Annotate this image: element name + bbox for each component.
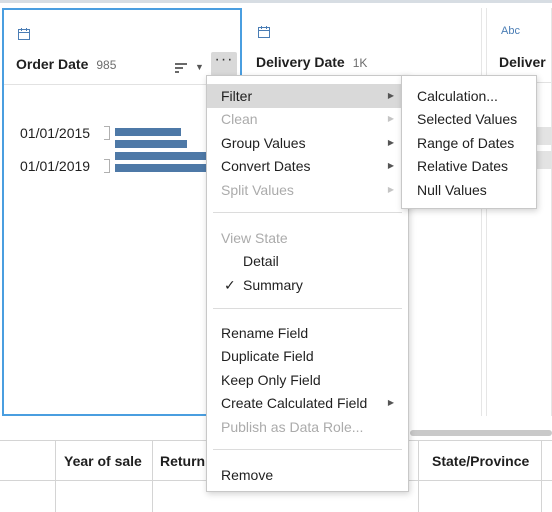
submenu-item-range-of-dates[interactable]: Range of Dates — [402, 131, 536, 155]
field-name: Deliver — [499, 54, 546, 70]
menu-item-group-values[interactable]: Group Values ▶ — [207, 131, 408, 155]
grid-column-divider — [541, 440, 542, 512]
histogram-label: 01/01/2019 — [20, 158, 91, 174]
histogram-bracket — [104, 159, 110, 173]
more-options-button[interactable]: ··· — [211, 52, 237, 76]
submenu-arrow-icon: ▶ — [387, 91, 394, 100]
menu-item-label: Detail — [243, 253, 279, 269]
histogram-bracket — [104, 126, 110, 140]
field-card-deliver[interactable]: Abc Deliver — [486, 8, 552, 416]
abc-icon: Abc — [501, 25, 520, 37]
calendar-icon — [18, 28, 30, 40]
menu-item-label: Create Calculated Field — [221, 395, 368, 411]
grid-column-divider — [152, 440, 153, 512]
menu-item-rename-field[interactable]: Rename Field — [207, 321, 408, 345]
field-name-text: Order Date — [16, 56, 89, 72]
grid-column-divider — [418, 440, 419, 512]
menu-item-summary[interactable]: ✓ Summary — [207, 273, 408, 297]
menu-divider — [213, 449, 402, 450]
menu-item-label: Group Values — [221, 135, 306, 151]
menu-item-keep-only-field[interactable]: Keep Only Field — [207, 368, 408, 392]
column-header-return[interactable]: Return — [160, 453, 205, 469]
field-context-menu: Filter ▶ Clean ▶ Group Values ▶ Convert … — [206, 75, 409, 492]
value-bar — [536, 151, 552, 169]
submenu-arrow-icon: ▶ — [387, 185, 394, 194]
menu-section-view-state: View State — [221, 230, 288, 246]
field-name-text: Delivery Date — [256, 54, 345, 70]
submenu-arrow-icon: ▶ — [387, 161, 394, 170]
histogram-bar[interactable] — [115, 128, 181, 136]
menu-item-convert-dates[interactable]: Convert Dates ▶ — [207, 154, 408, 178]
top-strip — [0, 0, 552, 3]
menu-item-split-values[interactable]: Split Values ▶ — [207, 178, 408, 202]
menu-item-create-calculated-field[interactable]: Create Calculated Field ▶ — [207, 391, 408, 415]
calendar-icon — [258, 26, 270, 38]
column-header-state-province[interactable]: State/Province — [432, 453, 529, 469]
caret-down-icon[interactable]: ▼ — [195, 62, 204, 72]
menu-item-label: Summary — [243, 277, 303, 293]
field-name: Delivery Date 1K — [256, 54, 367, 70]
histogram-bar[interactable] — [115, 164, 207, 172]
menu-item-label: Convert Dates — [221, 158, 311, 174]
histogram-bar[interactable] — [115, 152, 207, 160]
horizontal-scrollbar[interactable] — [410, 430, 552, 436]
field-name-text: Deliver — [499, 54, 546, 70]
filter-submenu: Calculation... Selected Values Range of … — [401, 75, 537, 209]
histogram-label: 01/01/2015 — [20, 125, 91, 141]
card-header-divider — [4, 84, 240, 85]
submenu-arrow-icon: ▶ — [387, 398, 394, 407]
menu-item-label: Publish as Data Role... — [221, 419, 364, 435]
menu-divider — [213, 212, 402, 213]
column-header-year-of-sale[interactable]: Year of sale — [64, 453, 142, 469]
sort-icon[interactable] — [174, 61, 188, 75]
field-count: 985 — [96, 58, 117, 72]
field-count: 1K — [352, 56, 368, 70]
menu-item-label: Rename Field — [221, 325, 309, 341]
submenu-arrow-icon: ▶ — [387, 138, 394, 147]
menu-item-remove[interactable]: Remove — [207, 463, 408, 487]
value-bar — [536, 127, 552, 145]
menu-item-label: Filter — [221, 88, 253, 104]
menu-item-clean[interactable]: Clean ▶ — [207, 107, 408, 131]
submenu-item-relative-dates[interactable]: Relative Dates — [402, 154, 536, 178]
menu-item-duplicate-field[interactable]: Duplicate Field — [207, 344, 408, 368]
menu-item-label: Clean — [221, 111, 258, 127]
menu-item-label: Split Values — [221, 182, 294, 198]
ellipsis-icon: ··· — [214, 51, 234, 68]
submenu-item-selected-values[interactable]: Selected Values — [402, 107, 536, 131]
menu-item-label: Duplicate Field — [221, 348, 314, 364]
menu-item-filter[interactable]: Filter ▶ — [207, 84, 408, 108]
menu-item-label: Remove — [221, 467, 274, 483]
field-name: Order Date 985 — [16, 56, 116, 72]
histogram-bar[interactable] — [115, 140, 187, 148]
menu-item-detail[interactable]: Detail — [207, 249, 408, 273]
menu-divider — [213, 308, 402, 309]
menu-item-label: Keep Only Field — [221, 372, 321, 388]
grid-column-divider — [55, 440, 56, 512]
submenu-arrow-icon: ▶ — [387, 114, 394, 123]
menu-item-publish-as-data-role[interactable]: Publish as Data Role... — [207, 415, 408, 439]
submenu-item-calculation[interactable]: Calculation... — [402, 84, 536, 108]
checkmark-icon: ✓ — [224, 277, 236, 293]
submenu-item-null-values[interactable]: Null Values — [402, 178, 536, 202]
